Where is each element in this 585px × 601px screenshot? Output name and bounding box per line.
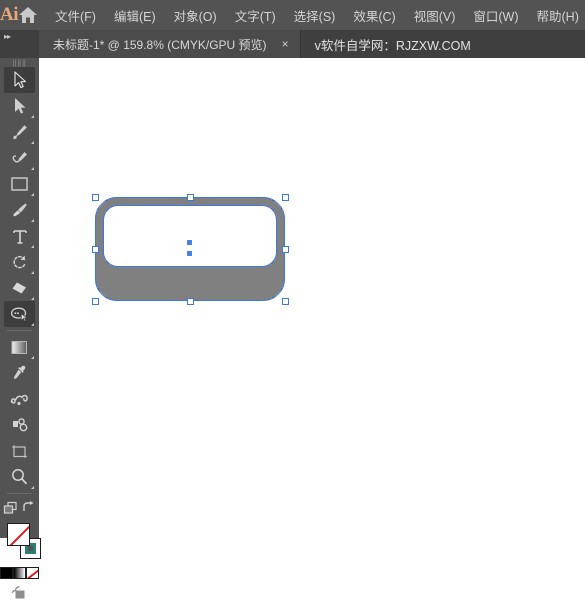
blend-icon [9, 391, 30, 407]
artboard-icon [10, 443, 29, 460]
inner-rounded-rectangle[interactable] [103, 205, 277, 267]
flyout-indicator [31, 323, 34, 326]
paintbrush-icon [10, 201, 29, 219]
mode-gradient[interactable] [13, 567, 26, 579]
document-tab[interactable]: 未标题-1* @ 159.8% (CMYK/GPU 预览) × [39, 30, 301, 58]
mode-none[interactable] [26, 567, 39, 579]
gradient-icon [10, 339, 29, 356]
flyout-indicator [31, 167, 34, 170]
rounded-rectangle-group[interactable] [91, 193, 289, 305]
toolbar-separator [7, 330, 32, 331]
flyout-indicator [31, 356, 34, 359]
swap-arrow-icon[interactable] [21, 500, 37, 516]
menu-select[interactable]: 选择(S) [285, 0, 345, 30]
change-screen-mode-button[interactable] [0, 586, 39, 601]
mode-solid-color[interactable] [0, 567, 13, 579]
home-button[interactable] [18, 0, 38, 30]
paint-mode-row [0, 567, 39, 579]
blend-tool[interactable] [4, 386, 35, 412]
flyout-indicator [31, 193, 34, 196]
none-slash-icon [8, 523, 30, 546]
menu-edit[interactable]: 编辑(E) [105, 0, 165, 30]
menu-file[interactable]: 文件(F) [46, 0, 105, 30]
curvature-pen-icon [10, 149, 30, 167]
menu-type[interactable]: 文字(T) [226, 0, 285, 30]
pen-nib-icon [11, 123, 29, 141]
fill-stroke-control [0, 521, 39, 565]
pen-tool[interactable] [4, 119, 35, 145]
fill-swatch[interactable] [7, 523, 30, 546]
flyout-indicator [31, 219, 34, 222]
menu-window[interactable]: 窗口(W) [464, 0, 527, 30]
tab-bar-empty-area: v软件自学网：RJZXW.COM [301, 30, 585, 58]
stroke-swatch-hole [28, 546, 33, 551]
swap-fill-stroke-icon [21, 501, 36, 515]
type-tool[interactable] [4, 223, 35, 249]
handle-top-right[interactable] [282, 194, 289, 201]
magnifier-icon [10, 468, 29, 486]
illustrator-logo: Ai [0, 0, 18, 30]
flyout-indicator [31, 271, 34, 274]
paintbrush-tool[interactable] [4, 197, 35, 223]
rectangle-tool[interactable] [4, 171, 35, 197]
flyout-indicator [31, 141, 34, 144]
collapse-panels-button[interactable]: ▸▸ [0, 30, 10, 41]
anchor-point[interactable] [187, 251, 192, 256]
handle-top-center[interactable] [187, 194, 194, 201]
document-tab-title: 未标题-1* @ 159.8% (CMYK/GPU 预览) [53, 36, 267, 53]
screen-mode-icon [11, 586, 28, 601]
handle-middle-left[interactable] [92, 246, 99, 253]
handle-bottom-left[interactable] [92, 298, 99, 305]
menu-effect[interactable]: 效果(C) [344, 0, 404, 30]
flyout-indicator [31, 245, 34, 248]
artboard-tool[interactable] [4, 438, 35, 464]
eraser-tool[interactable] [4, 275, 35, 301]
rectangle-icon [10, 176, 29, 192]
panel-collapse-area: ▸▸ [0, 30, 39, 58]
handle-bottom-center[interactable] [187, 298, 194, 305]
gradient-tool[interactable] [4, 334, 35, 360]
menu-view[interactable]: 视图(V) [405, 0, 465, 30]
menu-help[interactable]: 帮助(H) [528, 0, 585, 30]
anchor-point[interactable] [187, 240, 192, 245]
shape-builder-icon [10, 306, 30, 322]
handle-middle-right[interactable] [282, 246, 289, 253]
menu-object[interactable]: 对象(O) [165, 0, 226, 30]
zoom-tool[interactable] [4, 464, 35, 490]
curvature-tool[interactable] [4, 145, 35, 171]
rotate-arrow-icon [11, 253, 29, 271]
close-icon[interactable]: × [279, 38, 292, 50]
handle-top-left[interactable] [92, 194, 99, 201]
none-slash-icon-small [26, 567, 39, 579]
flyout-indicator [31, 297, 34, 300]
type-T-icon [12, 228, 28, 245]
eyedropper-tool[interactable] [4, 360, 35, 386]
handle-bottom-right[interactable] [282, 298, 289, 305]
document-tab-bar: ▸▸ 未标题-1* @ 159.8% (CMYK/GPU 预览) × v软件自学… [0, 30, 585, 58]
toolbar-arrange-row [0, 497, 39, 519]
flyout-indicator [31, 486, 34, 489]
direct-selection-tool[interactable] [4, 93, 35, 119]
menu-item-list: 文件(F) 编辑(E) 对象(O) 文字(T) 选择(S) 效果(C) 视图(V… [46, 0, 585, 30]
toolbar-separator-2 [7, 493, 32, 494]
direct-selection-arrow-icon [13, 97, 27, 115]
rotate-tool[interactable] [4, 249, 35, 275]
shape-builder-tool[interactable] [4, 301, 35, 327]
symbol-sprayer-icon [10, 417, 30, 433]
selection-tool[interactable] [4, 67, 35, 93]
document-canvas[interactable] [39, 58, 585, 538]
toolbar-drag-grip[interactable]: ‖‖‖ [0, 58, 39, 67]
home-icon [18, 6, 38, 24]
tools-panel: ‖‖‖ [0, 58, 40, 538]
symbol-sprayer-tool[interactable] [4, 412, 35, 438]
flyout-indicator [31, 115, 34, 118]
logo-text: Ai [0, 4, 18, 26]
stack-icon[interactable] [3, 500, 19, 516]
watermark-text: v软件自学网：RJZXW.COM [315, 35, 471, 54]
menu-bar: Ai 文件(F) 编辑(E) 对象(O) 文字(T) 选择(S) 效果(C) 视… [0, 0, 585, 30]
stack-squares-icon [3, 501, 18, 515]
eraser-icon [10, 280, 29, 297]
eyedropper-icon [11, 364, 29, 382]
selection-arrow-icon [12, 71, 28, 89]
